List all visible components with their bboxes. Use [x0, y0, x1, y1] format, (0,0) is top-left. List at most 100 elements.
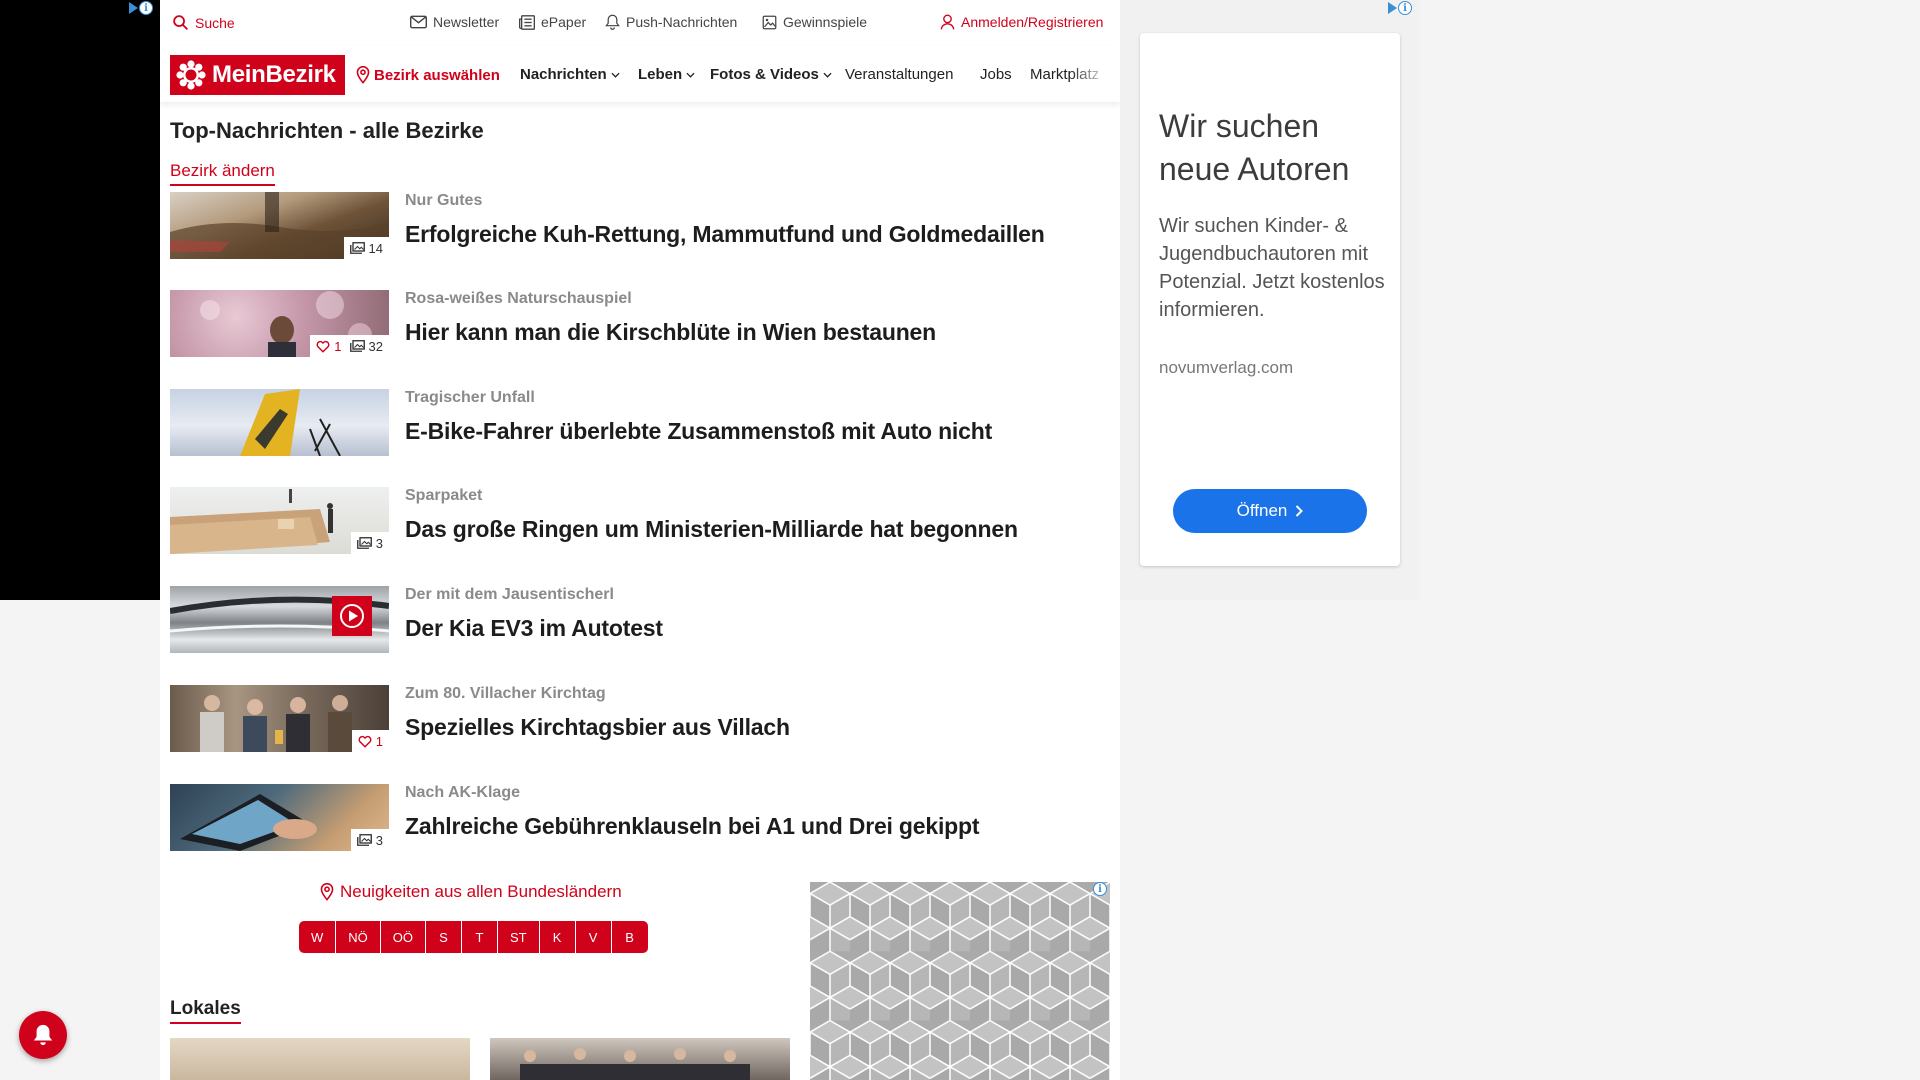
push-notifications-link[interactable]: Push-Nachrichten — [605, 14, 737, 30]
state-button-k[interactable]: K — [540, 921, 576, 953]
user-icon — [940, 14, 955, 30]
location-pin-icon — [320, 883, 334, 901]
adchoices-icon[interactable]: i — [1388, 1, 1412, 15]
login-label: Anmelden/Registrieren — [961, 14, 1104, 30]
nav-leben[interactable]: Leben — [638, 66, 695, 83]
state-button-b[interactable]: B — [612, 921, 648, 953]
left-ad-banner[interactable] — [0, 0, 160, 600]
article-headline[interactable]: Erfolgreiche Kuh-Rettung, Mammutfund und… — [405, 221, 1045, 248]
nav-veranstaltungen[interactable]: Veranstaltungen — [845, 66, 953, 83]
chevron-right-icon — [1295, 505, 1304, 517]
article-item[interactable]: Der mit dem Jausentischerl Der Kia EV3 i… — [170, 586, 1110, 654]
mid-ad-banner[interactable] — [810, 882, 1110, 1080]
article-item[interactable]: 1 Zum 80. Villacher Kirchtag Spezielles … — [170, 685, 1110, 753]
gallery-icon — [349, 242, 365, 254]
gewinnspiele-link[interactable]: Gewinnspiele — [762, 14, 867, 30]
article-thumbnail[interactable] — [170, 389, 389, 456]
main-navbar: MeinBezirk Bezirk auswählen Nachrichten … — [160, 46, 1120, 102]
article-kicker: Zum 80. Villacher Kirchtag — [405, 685, 606, 702]
state-selector: W NÖ OÖ S T ST K V B — [299, 921, 648, 953]
photo-count: 14 — [349, 240, 383, 256]
nav-jobs[interactable]: Jobs — [980, 66, 1012, 83]
newsletter-label: Newsletter — [433, 14, 500, 30]
article-kicker: Nur Gutes — [405, 192, 483, 209]
play-icon — [339, 603, 365, 629]
newsletter-link[interactable]: Newsletter — [410, 14, 499, 30]
article-thumbnail[interactable]: 1 32 — [170, 290, 389, 357]
heart-icon — [316, 340, 330, 353]
article-headline[interactable]: Spezielles Kirchtagsbier aus Villach — [405, 714, 790, 741]
article-headline[interactable]: Zahlreiche Gebührenklauseln bei A1 und D… — [405, 813, 980, 840]
nav-fotos-videos-label: Fotos & Videos — [710, 66, 819, 83]
article-thumbnail[interactable]: 1 — [170, 685, 389, 752]
article-thumbnail[interactable]: 3 — [170, 784, 389, 851]
photo-count: 3 — [356, 832, 383, 848]
gallery-icon — [356, 537, 372, 549]
article-headline[interactable]: Das große Ringen um Ministerien-Milliard… — [405, 516, 1018, 543]
state-button-ooe[interactable]: OÖ — [381, 921, 427, 953]
adchoices-icon[interactable]: i — [1093, 882, 1107, 896]
search-icon — [172, 14, 189, 31]
adchoices-icon[interactable]: i — [129, 1, 153, 15]
article-kicker: Der mit dem Jausentischerl — [405, 586, 614, 603]
ad-open-button[interactable]: Öffnen — [1173, 489, 1367, 533]
photo-count: 3 — [356, 535, 383, 551]
article-headline[interactable]: E-Bike-Fahrer überlebte Zusammenstoß mit… — [405, 418, 992, 445]
article-item[interactable]: 3 Nach AK-Klage Zahlreiche Gebührenklaus… — [170, 784, 1110, 852]
mail-icon — [410, 15, 427, 29]
state-button-v[interactable]: V — [576, 921, 612, 953]
photo-count-value: 3 — [375, 535, 383, 551]
ad-headline[interactable]: Wir suchen neue Autoren — [1159, 105, 1384, 191]
lokales-card-image[interactable] — [170, 1038, 470, 1080]
newspaper-icon — [519, 14, 535, 30]
article-item[interactable]: 1 32 Rosa-weißes Naturschauspiel Hier ka… — [170, 290, 1110, 358]
article-thumbnail[interactable]: 14 — [170, 192, 389, 259]
lokales-heading: Lokales — [170, 998, 241, 1024]
epaper-label: ePaper — [541, 14, 587, 30]
article-thumbnail[interactable]: 3 — [170, 487, 389, 554]
article-thumbnail[interactable] — [170, 586, 389, 653]
article-kicker: Tragischer Unfall — [405, 389, 535, 406]
article-item[interactable]: 14 Nur Gutes Erfolgreiche Kuh-Rettung, M… — [170, 192, 1110, 260]
notification-bell-button[interactable] — [19, 1011, 67, 1059]
state-button-noe[interactable]: NÖ — [336, 921, 381, 953]
gewinnspiele-label: Gewinnspiele — [783, 14, 868, 30]
logo-text: MeinBezirk — [212, 61, 336, 88]
login-link[interactable]: Anmelden/Registrieren — [940, 14, 1103, 30]
meinbezirk-logo[interactable]: MeinBezirk — [170, 55, 345, 95]
state-button-s[interactable]: S — [426, 921, 463, 953]
ad-card[interactable]: Wir suchen neue Autoren Wir suchen Kinde… — [1140, 33, 1400, 566]
article-item[interactable]: 3 Sparpaket Das große Ringen um Minister… — [170, 487, 1110, 555]
push-label: Push-Nachrichten — [626, 14, 738, 30]
nav-fotos-videos[interactable]: Fotos & Videos — [710, 66, 832, 83]
thumb-badge: 14 — [343, 237, 389, 259]
chevron-down-icon — [686, 72, 695, 78]
section-title: Top-Nachrichten - alle Bezirke — [170, 118, 484, 143]
nav-fade-overlay — [1070, 46, 1120, 102]
article-headline[interactable]: Hier kann man die Kirschblüte in Wien be… — [405, 319, 936, 346]
article-item[interactable]: Tragischer Unfall E-Bike-Fahrer überlebt… — [170, 389, 1110, 457]
article-kicker: Nach AK-Klage — [405, 784, 520, 801]
nav-veranstaltungen-label: Veranstaltungen — [845, 66, 954, 83]
thumb-badge: 1 32 — [310, 335, 389, 357]
right-ad-banner[interactable]: i Wir suchen neue Autoren Wir suchen Kin… — [1120, 0, 1420, 600]
change-bezirk-link[interactable]: Bezirk ändern — [170, 161, 275, 186]
article-kicker: Sparpaket — [405, 487, 483, 504]
search-link[interactable]: Suche — [172, 14, 235, 31]
all-states-label: Neuigkeiten aus allen Bundesländern — [340, 882, 622, 901]
state-button-w[interactable]: W — [299, 921, 337, 953]
lokales-card-image[interactable] — [490, 1038, 790, 1080]
select-bezirk-button[interactable]: Bezirk auswählen — [356, 66, 500, 84]
photo-count-value: 3 — [375, 832, 383, 848]
all-states-link[interactable]: Neuigkeiten aus allen Bundesländern — [320, 882, 700, 902]
photo-count: 32 — [349, 339, 383, 354]
nav-nachrichten-label: Nachrichten — [520, 66, 607, 83]
state-button-t[interactable]: T — [462, 921, 499, 953]
epaper-link[interactable]: ePaper — [519, 14, 586, 30]
state-button-st[interactable]: ST — [498, 921, 540, 953]
nav-nachrichten[interactable]: Nachrichten — [520, 66, 620, 83]
like-count: 1 — [316, 339, 342, 354]
gallery-icon — [356, 834, 372, 846]
article-headline[interactable]: Der Kia EV3 im Autotest — [405, 615, 663, 642]
photo-count-value: 14 — [368, 240, 383, 256]
